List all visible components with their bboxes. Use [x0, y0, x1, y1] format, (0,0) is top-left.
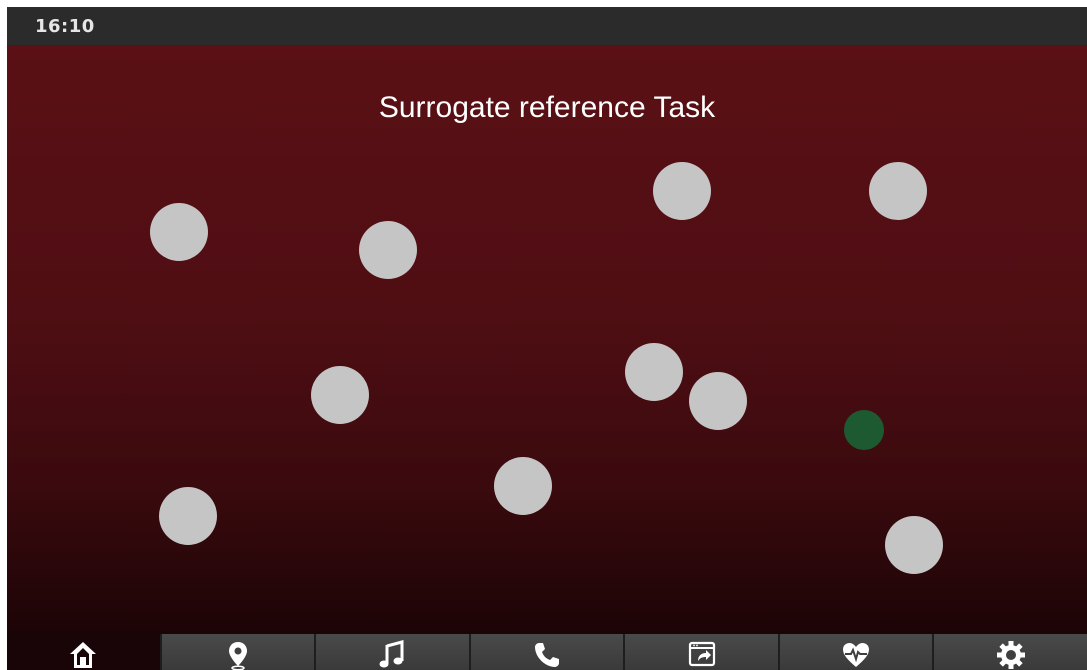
target-9[interactable]: [159, 487, 217, 545]
gear-icon: [996, 641, 1025, 669]
home-icon: [70, 642, 97, 668]
car-display-screen: 16:10 Surrogate reference Task: [7, 7, 1087, 670]
nav-screen-mirror-button[interactable]: [623, 634, 778, 670]
bottom-nav-bar: [7, 634, 1087, 670]
status-bar: 16:10: [7, 7, 1087, 45]
nav-settings-button[interactable]: [932, 634, 1087, 670]
nav-music-button[interactable]: [314, 634, 469, 670]
task-area[interactable]: Surrogate reference Task: [7, 45, 1087, 634]
music-note-icon: [379, 640, 404, 668]
heart-pulse-icon: [843, 643, 870, 667]
location-pin-icon: [228, 642, 247, 670]
target-7[interactable]: [689, 372, 747, 430]
target-1[interactable]: [150, 203, 208, 261]
target-6[interactable]: [625, 343, 683, 401]
target-2[interactable]: [359, 221, 417, 279]
target-10[interactable]: [885, 516, 943, 574]
nav-phone-button[interactable]: [468, 634, 624, 670]
target-3[interactable]: [653, 162, 711, 220]
screen-share-icon: [688, 641, 715, 667]
clock: 16:10: [35, 16, 95, 37]
nav-home-button[interactable]: [7, 634, 160, 670]
phone-icon: [535, 643, 560, 667]
task-title: Surrogate reference Task: [378, 91, 716, 124]
target-4[interactable]: [869, 162, 927, 220]
target-5[interactable]: [311, 366, 369, 424]
goal-target[interactable]: [844, 410, 884, 450]
nav-health-button[interactable]: [777, 634, 933, 670]
target-8[interactable]: [494, 457, 552, 515]
nav-navigation-button[interactable]: [159, 634, 315, 670]
